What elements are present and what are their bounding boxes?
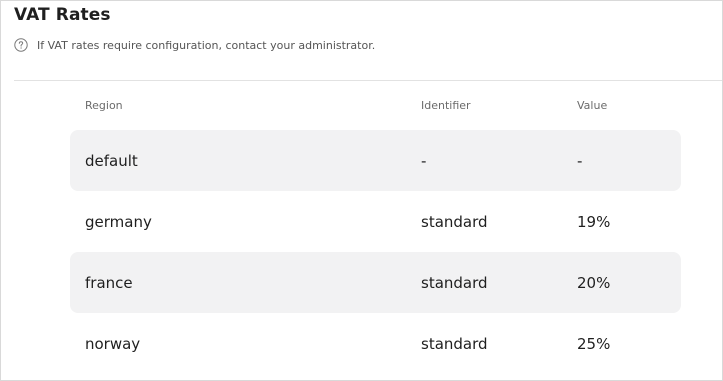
column-header-value: Value (577, 99, 608, 112)
cell-region: norway (85, 335, 141, 353)
cell-identifier: standard (421, 335, 488, 353)
column-header-region: Region (85, 99, 123, 112)
cell-identifier: standard (421, 274, 488, 292)
cell-identifier: standard (421, 213, 488, 231)
cell-value: 20% (577, 274, 611, 292)
table-row[interactable]: france standard 20% (70, 252, 681, 313)
info-text: If VAT rates require configuration, cont… (37, 38, 376, 52)
cell-value: - (577, 152, 583, 170)
cell-value: 19% (577, 213, 611, 231)
cell-region: germany (85, 213, 152, 231)
cell-region: france (85, 274, 133, 292)
panel-title: VAT Rates (14, 5, 111, 25)
table-row[interactable]: norway standard 25% (70, 313, 681, 374)
cell-region: default (85, 152, 138, 170)
column-header-identifier: Identifier (421, 99, 471, 112)
cell-value: 25% (577, 335, 611, 353)
table-row[interactable]: default - - (70, 130, 681, 191)
vat-rates-table: Region Identifier Value default - - germ… (70, 91, 681, 353)
vat-rates-panel: VAT Rates If VAT rates require configura… (0, 0, 723, 381)
divider (14, 80, 722, 81)
table-row[interactable]: germany standard 19% (70, 191, 681, 252)
table-header: Region Identifier Value (70, 91, 681, 121)
cell-identifier: - (421, 152, 427, 170)
info-note: If VAT rates require configuration, cont… (14, 38, 375, 52)
question-circle-icon (14, 38, 28, 52)
